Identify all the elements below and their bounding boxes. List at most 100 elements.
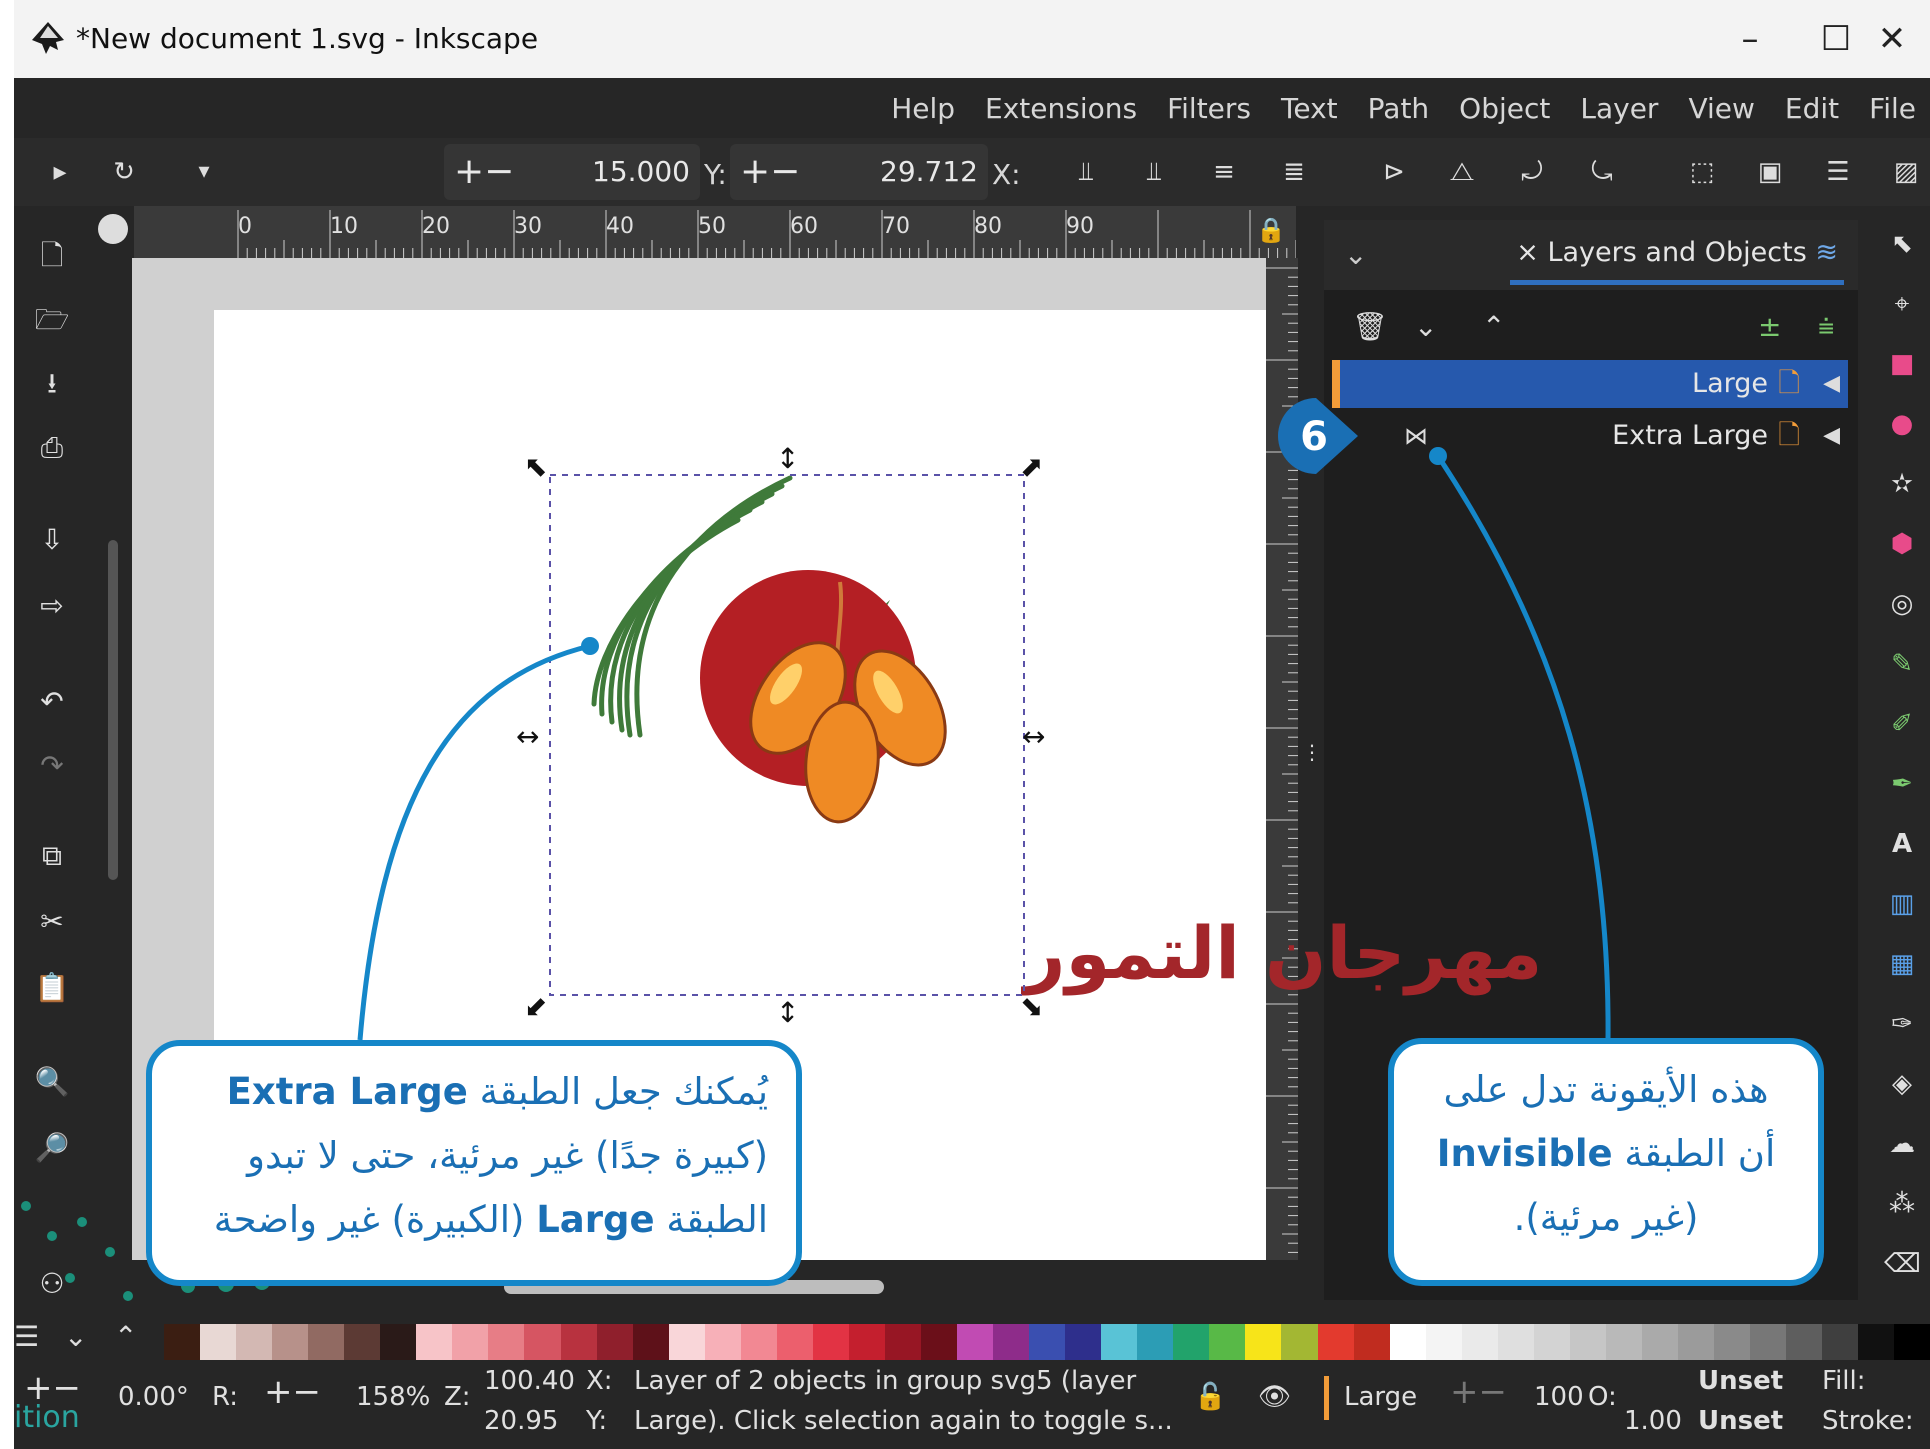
snap-icon[interactable]: ⚇ [32, 1264, 72, 1304]
menu-object[interactable]: Object [1459, 92, 1550, 125]
panel-resize-handle[interactable]: ⋮ [1302, 740, 1322, 764]
move-up-icon[interactable]: ⌃ [1482, 310, 1505, 343]
opacity-value[interactable]: 100 [1534, 1382, 1584, 1412]
flip-vertical-icon[interactable]: ⧍ [1442, 152, 1482, 192]
close-tab-icon[interactable]: × [1516, 237, 1539, 268]
flip-horizontal-icon[interactable]: ⊳ [1374, 152, 1414, 192]
rotate-cw-icon[interactable]: ⤿ [1582, 152, 1622, 192]
pencil-tool-icon[interactable]: ✐ [1884, 706, 1920, 742]
layer-visibility-icon[interactable]: 👁 [1258, 1382, 1291, 1412]
layer-lock-icon[interactable]: 🔓 [1194, 1382, 1226, 1412]
chevron-down-icon[interactable]: ⌄ [1344, 238, 1367, 271]
spiral-tool-icon[interactable]: ◎ [1884, 586, 1920, 622]
zoom-selection-icon[interactable]: 🔍 [32, 1062, 72, 1102]
zoom-value[interactable]: 158% [356, 1382, 430, 1412]
cut-icon[interactable]: ✂ [32, 902, 72, 942]
palette-swatch[interactable] [1209, 1324, 1246, 1360]
lock-icon[interactable]: 🔒 [1256, 216, 1286, 244]
print-icon[interactable]: ⎙ [32, 428, 72, 468]
redo-icon[interactable]: ↷ [32, 746, 72, 786]
dropdown-chevron-icon[interactable]: ▾ [184, 152, 224, 192]
expand-arrow-icon[interactable]: ◀ [1823, 412, 1840, 460]
palette-swatch[interactable] [1750, 1324, 1787, 1360]
raise-to-top-icon[interactable]: ⬚ [1682, 152, 1722, 192]
rectangle-tool-icon[interactable]: ■ [1884, 346, 1920, 382]
palette-swatch[interactable] [1245, 1324, 1282, 1360]
palette-swatch[interactable] [452, 1324, 489, 1360]
menu-view[interactable]: View [1688, 92, 1754, 125]
menu-filters[interactable]: Filters [1167, 92, 1251, 125]
palette-swatch[interactable] [776, 1324, 813, 1360]
palette-swatch[interactable] [308, 1324, 345, 1360]
move-down-icon[interactable]: ⌄ [1414, 310, 1437, 343]
text-tool-icon[interactable]: A [1884, 826, 1920, 862]
palette-swatch[interactable] [1317, 1324, 1354, 1360]
palette-swatch[interactable] [1461, 1324, 1498, 1360]
align-top-icon[interactable]: ≣ [1274, 152, 1314, 192]
palette-swatch[interactable] [344, 1324, 381, 1360]
palette-swatch[interactable] [920, 1324, 958, 1360]
palette-swatch[interactable] [164, 1324, 201, 1360]
minimize-button[interactable]: – [1720, 14, 1780, 64]
palette-swatch[interactable] [1173, 1324, 1210, 1360]
rotate-ccw-icon[interactable]: ⤾ [1512, 152, 1552, 192]
palette-swatch[interactable] [560, 1324, 597, 1360]
node-tool-icon[interactable]: ⌖ [1884, 286, 1920, 322]
palette-swatch[interactable] [1137, 1324, 1174, 1360]
palette-swatch[interactable] [488, 1324, 525, 1360]
open-folder-icon[interactable]: 🗁 [32, 300, 72, 340]
palette-up-icon[interactable]: ⌃ [114, 1320, 137, 1353]
palette-swatch[interactable] [1065, 1324, 1102, 1360]
palette-swatch[interactable] [848, 1324, 885, 1360]
left-scrollbar[interactable] [108, 540, 118, 880]
palette-swatch[interactable] [524, 1324, 561, 1360]
zoom-corner-icon[interactable] [98, 214, 128, 244]
palette-swatch[interactable] [740, 1324, 777, 1360]
bezier-tool-icon[interactable]: ✎ [1884, 646, 1920, 682]
palette-swatch[interactable] [416, 1324, 453, 1360]
y-field[interactable]: +− 15.000 [444, 144, 700, 200]
menu-layer[interactable]: Layer [1580, 92, 1658, 125]
x-stepper[interactable]: +− [740, 144, 800, 200]
gradient-tool-icon[interactable]: ▥ [1884, 886, 1920, 922]
3d-box-tool-icon[interactable]: ⬢ [1884, 526, 1920, 562]
palette-swatch[interactable] [1569, 1324, 1606, 1360]
raise-icon[interactable]: ▣ [1750, 152, 1790, 192]
lower-to-bottom-icon[interactable]: ▨ [1886, 152, 1926, 192]
spray-tool-icon[interactable]: ⁂ [1884, 1186, 1920, 1222]
layer-row-large[interactable]: Large 🗋 ◀ [1332, 360, 1848, 408]
lower-icon[interactable]: ☰ [1818, 152, 1858, 192]
palette-swatch[interactable] [236, 1324, 273, 1360]
circle-tool-icon[interactable]: ● [1884, 406, 1920, 442]
select-tool-mini-icon[interactable]: ▸ [40, 152, 80, 192]
palette-swatch[interactable] [704, 1324, 741, 1360]
zoom-drawing-icon[interactable]: 🔎 [32, 1128, 72, 1168]
zoom-stepper[interactable]: +− [264, 1372, 321, 1412]
menu-file[interactable]: File [1869, 92, 1916, 125]
menu-edit[interactable]: Edit [1785, 92, 1839, 125]
palette-swatch[interactable] [1786, 1324, 1823, 1360]
opacity-stepper[interactable]: +− [1450, 1372, 1507, 1412]
palette-swatch[interactable] [1858, 1324, 1895, 1360]
rotation-value[interactable]: 0.00° [118, 1382, 189, 1412]
menu-path[interactable]: Path [1368, 92, 1430, 125]
menu-text[interactable]: Text [1281, 92, 1338, 125]
star-tool-icon[interactable]: ✫ [1884, 466, 1920, 502]
palette-swatch[interactable] [957, 1324, 994, 1360]
paste-icon[interactable]: 📋 [32, 968, 72, 1008]
new-document-icon[interactable]: 🗋 [32, 236, 72, 276]
palette-swatch[interactable] [993, 1324, 1030, 1360]
palette-swatch[interactable] [1101, 1324, 1138, 1360]
palette-swatch[interactable] [1822, 1324, 1859, 1360]
palette-swatch[interactable] [1029, 1324, 1066, 1360]
calligraphy-tool-icon[interactable]: ✒ [1884, 766, 1920, 802]
align-bottom-icon[interactable]: ⫫ [1066, 152, 1106, 192]
distribute-icon[interactable]: ≡ [1204, 152, 1244, 192]
undo-icon[interactable]: ↶ [32, 682, 72, 722]
palette-menu-icon[interactable]: ☰ [14, 1320, 39, 1353]
palette-swatch[interactable] [1389, 1324, 1426, 1360]
palette-swatch[interactable] [1714, 1324, 1751, 1360]
align-center-icon[interactable]: ⫫ [1134, 152, 1174, 192]
import-icon[interactable]: ⇩ [32, 520, 72, 560]
palette-swatch[interactable] [1894, 1324, 1930, 1360]
